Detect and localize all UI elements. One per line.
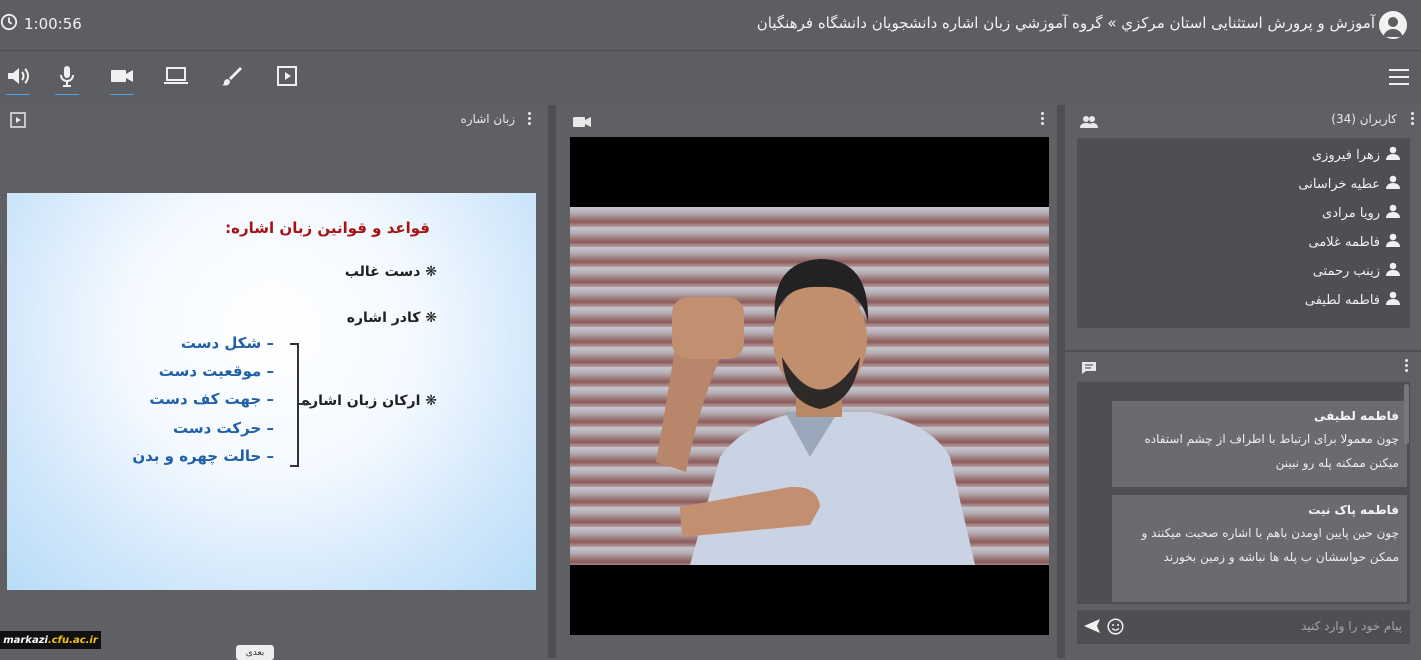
presentation-panel-icon[interactable] <box>10 112 26 132</box>
speaker-button[interactable] <box>4 65 32 95</box>
presentation-options-icon[interactable] <box>528 112 532 125</box>
chat-scrollbar[interactable] <box>1404 384 1409 444</box>
presentation-panel-title: زبان اشاره <box>460 112 515 126</box>
camera-icon <box>573 113 591 132</box>
camera-active-indicator <box>110 94 134 95</box>
user-list-item[interactable]: زینب رحمتی <box>1313 262 1400 280</box>
speaker-icon <box>6 65 30 91</box>
presentation-slide: قواعد و قوانين زبان اشاره: ❋ دست غالب ❋ … <box>7 193 536 590</box>
panel-divider[interactable] <box>548 105 556 658</box>
presentation-icon <box>275 65 299 91</box>
user-list-item[interactable]: رویا مرادی <box>1322 204 1400 222</box>
slide-bullet: ❋ ارکان زبان اشاره <box>301 393 437 409</box>
chat-message-input[interactable]: پیام خود را وارد کنید <box>1301 619 1402 633</box>
clock-icon <box>0 13 18 35</box>
whiteboard-button[interactable] <box>218 65 246 95</box>
user-icon <box>1386 262 1400 280</box>
chat-message-author: فاطمه پاک نیت <box>1308 503 1399 517</box>
send-icon[interactable] <box>1083 618 1101 638</box>
video-panel-header <box>556 105 1057 133</box>
user-name: عطیه خراسانی <box>1298 176 1380 192</box>
top-bar: 1:00:56 آموزش و پرورش استثنایی استان مرک… <box>0 0 1421 51</box>
camera-button[interactable] <box>108 65 136 95</box>
chat-icon <box>1081 360 1097 379</box>
users-panel-title: کاربران (34) <box>1331 112 1397 126</box>
user-icon <box>1386 291 1400 309</box>
chat-message-text: چون معمولا برای ارتباط با اطراف از چشم ا… <box>1144 432 1399 470</box>
users-options-icon[interactable] <box>1411 112 1415 125</box>
video-frame <box>570 207 1049 565</box>
account-icon[interactable] <box>1379 11 1407 39</box>
microphone-button[interactable] <box>53 65 81 95</box>
users-panel-header: کاربران (34) <box>1065 105 1421 133</box>
slide-bullet: ❋ کادر اشاره <box>346 310 437 326</box>
slide-heading: قواعد و قوانين زبان اشاره: <box>225 219 430 237</box>
microphone-active-indicator <box>55 94 79 95</box>
chat-message: فاطمه پاک نیت چون حین پایین اومدن باهم ب… <box>1112 495 1407 602</box>
panel-divider[interactable] <box>1057 105 1065 658</box>
slide-subitem: – حالت چهره و بدن <box>132 447 274 465</box>
hamburger-menu-icon[interactable] <box>1389 69 1409 85</box>
slide-subitem: – موقعيت دست <box>158 362 274 380</box>
user-name: زهرا فیروزی <box>1311 147 1380 163</box>
slide-bullet: ❋ دست غالب <box>344 264 437 280</box>
site-watermark: markazi .cfu.ac.ir <box>0 631 101 649</box>
presentation-panel-header: زبان اشاره <box>0 105 548 133</box>
emoji-icon[interactable] <box>1107 618 1124 639</box>
slide-bracket <box>290 343 299 467</box>
screen-share-button[interactable] <box>162 65 190 95</box>
user-name: رویا مرادی <box>1322 205 1380 221</box>
microphone-icon <box>55 65 79 91</box>
chat-messages[interactable]: فاطمه لطیفی چون معمولا برای ارتباط با اط… <box>1077 382 1410 604</box>
user-list-item[interactable]: فاطمه غلامی <box>1308 233 1400 251</box>
user-list-item[interactable]: فاطمه لطیفی <box>1305 291 1400 309</box>
users-list: زهرا فیروزی عطیه خراسانی رویا مرادی فاطم… <box>1077 138 1410 328</box>
user-icon <box>1386 146 1400 164</box>
user-list-item[interactable]: عطیه خراسانی <box>1298 175 1400 193</box>
user-icon <box>1386 233 1400 251</box>
camera-icon <box>110 65 134 91</box>
user-name: زینب رحمتی <box>1312 263 1380 279</box>
toolbar <box>0 51 1421 103</box>
screen-share-icon <box>164 65 188 91</box>
slide-bracket-tick <box>299 403 311 405</box>
chat-message-author: فاطمه لطیفی <box>1313 409 1399 423</box>
users-group-icon <box>1080 113 1098 132</box>
slide-subitem: – حرکت دست <box>172 419 274 437</box>
user-icon <box>1386 204 1400 222</box>
brush-icon <box>220 65 244 91</box>
chat-panel-header <box>1065 352 1421 380</box>
video-options-icon[interactable] <box>1041 112 1045 125</box>
chat-message: فاطمه لطیفی چون معمولا برای ارتباط با اط… <box>1112 401 1407 487</box>
user-name: فاطمه لطیفی <box>1304 292 1380 308</box>
user-icon <box>1386 175 1400 193</box>
user-list-item[interactable]: زهرا فیروزی <box>1312 146 1400 164</box>
slide-subitem: – جهت کف دست <box>149 390 274 408</box>
presenter-image <box>656 259 975 565</box>
chat-input-bar: پیام خود را وارد کنید <box>1077 610 1410 644</box>
page-title: آموزش و پرورش استثنایی استان مرکزي » گرو… <box>756 14 1375 32</box>
user-name: فاطمه غلامی <box>1308 234 1381 250</box>
presentation-button[interactable] <box>273 65 301 95</box>
session-timer: 1:00:56 <box>0 13 82 35</box>
chat-options-icon[interactable] <box>1405 359 1409 372</box>
webcam-video[interactable] <box>570 137 1049 635</box>
slide-subitem: – شکل دست <box>180 334 274 352</box>
chat-message-text: چون حین پایین اومدن باهم با اشاره صحبت م… <box>1141 526 1399 564</box>
speaker-active-indicator <box>6 94 30 95</box>
timer-value: 1:00:56 <box>24 15 82 33</box>
